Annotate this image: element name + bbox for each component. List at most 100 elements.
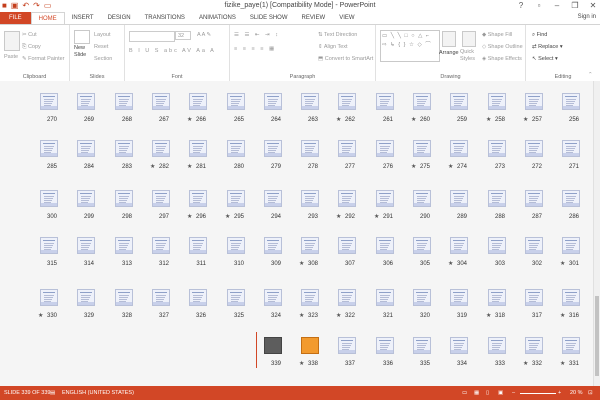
transition-star-icon[interactable]: ★ bbox=[299, 360, 304, 368]
language-indicator[interactable]: ENGLISH (UNITED STATES) bbox=[62, 389, 134, 397]
shape-effects-button[interactable]: ◈ Shape Effects bbox=[482, 55, 522, 63]
slide-thumbnail[interactable] bbox=[115, 289, 133, 306]
list-buttons[interactable]: ☰ ☰ ⇤ ⇥ ↕ bbox=[234, 31, 280, 39]
transition-star-icon[interactable]: ★ bbox=[486, 312, 491, 320]
slide-thumbnail[interactable] bbox=[338, 190, 356, 207]
slide-thumbnail[interactable] bbox=[189, 93, 207, 110]
collapse-ribbon-icon[interactable]: ⌃ bbox=[588, 71, 593, 79]
tab-transitions[interactable]: TRANSITIONS bbox=[138, 12, 192, 24]
transition-star-icon[interactable]: ★ bbox=[560, 360, 565, 368]
ribbon-display-icon[interactable]: ▫ bbox=[534, 0, 544, 11]
shape-outline-button[interactable]: ◇ Shape Outline bbox=[482, 43, 523, 51]
transition-star-icon[interactable]: ★ bbox=[560, 260, 565, 268]
slide-thumbnail[interactable] bbox=[227, 190, 245, 207]
slide-thumbnail[interactable] bbox=[562, 337, 580, 354]
slide-thumbnail[interactable] bbox=[189, 190, 207, 207]
new-slide-button[interactable]: New Slide bbox=[74, 45, 86, 59]
align-text-button[interactable]: ⇕ Align Text bbox=[318, 43, 348, 51]
zoom-level[interactable]: 20 % bbox=[570, 389, 583, 397]
slide-thumbnail[interactable] bbox=[376, 140, 394, 157]
slide-thumbnail[interactable] bbox=[189, 237, 207, 254]
slide-thumbnail[interactable] bbox=[562, 93, 580, 110]
normal-view-icon[interactable]: ▭ bbox=[462, 389, 467, 397]
tab-insert[interactable]: INSERT bbox=[65, 12, 101, 24]
slide-thumbnail[interactable] bbox=[450, 93, 468, 110]
slide-thumbnail[interactable] bbox=[301, 93, 319, 110]
quick-styles-icon[interactable] bbox=[462, 31, 476, 47]
slide-thumbnail[interactable] bbox=[301, 289, 319, 306]
help-icon[interactable]: ? bbox=[516, 0, 526, 11]
find-button[interactable]: ⌕ Find bbox=[532, 31, 547, 39]
transition-star-icon[interactable]: ★ bbox=[411, 163, 416, 171]
zoom-in-icon[interactable]: + bbox=[558, 389, 561, 397]
slide-thumbnail[interactable] bbox=[264, 190, 282, 207]
text-direction-button[interactable]: ⇅ Text Direction bbox=[318, 31, 357, 39]
font-size-box[interactable]: 32 bbox=[175, 31, 191, 40]
layout-button[interactable]: Layout bbox=[94, 31, 111, 39]
paste-icon[interactable] bbox=[4, 31, 20, 51]
slide-thumbnail[interactable] bbox=[525, 237, 543, 254]
slide-thumbnail[interactable] bbox=[152, 93, 170, 110]
slide-thumbnail[interactable] bbox=[152, 140, 170, 157]
slide-thumbnail[interactable] bbox=[376, 237, 394, 254]
new-slide-icon[interactable] bbox=[74, 30, 90, 44]
font-style-buttons[interactable]: B I U S abc AV Aa A bbox=[129, 47, 216, 55]
shape-fill-button[interactable]: ◆ Shape Fill bbox=[482, 31, 512, 39]
tab-design[interactable]: DESIGN bbox=[101, 12, 138, 24]
slide-thumbnail[interactable] bbox=[562, 190, 580, 207]
transition-star-icon[interactable]: ★ bbox=[336, 213, 341, 221]
slide-thumbnail[interactable] bbox=[525, 337, 543, 354]
slide-thumbnail[interactable] bbox=[488, 190, 506, 207]
slide-thumbnail[interactable] bbox=[152, 190, 170, 207]
fit-slide-icon[interactable]: ⊡ bbox=[588, 389, 593, 397]
slide-thumbnail[interactable] bbox=[115, 140, 133, 157]
slide-thumbnail[interactable] bbox=[264, 93, 282, 110]
slide-thumbnail[interactable] bbox=[40, 190, 58, 207]
slide-thumbnail[interactable] bbox=[488, 289, 506, 306]
slide-thumbnail[interactable] bbox=[413, 337, 431, 354]
tab-view[interactable]: VIEW bbox=[332, 12, 361, 24]
slide-thumbnail[interactable] bbox=[450, 190, 468, 207]
tab-home[interactable]: HOME bbox=[30, 12, 65, 24]
slide-thumbnail[interactable] bbox=[525, 93, 543, 110]
convert-smartart-button[interactable]: ⬒ Convert to SmartArt bbox=[318, 55, 373, 63]
transition-star-icon[interactable]: ★ bbox=[299, 312, 304, 320]
slide-thumbnail[interactable] bbox=[338, 140, 356, 157]
reset-button[interactable]: Reset bbox=[94, 43, 108, 51]
slide-sorter-view-icon[interactable]: ▦ bbox=[474, 389, 479, 397]
transition-star-icon[interactable]: ★ bbox=[150, 163, 155, 171]
spelling-icon[interactable]: ▤ bbox=[50, 389, 55, 397]
slide-thumbnail[interactable] bbox=[77, 237, 95, 254]
slide-thumbnail[interactable] bbox=[413, 190, 431, 207]
slide-thumbnail[interactable] bbox=[338, 93, 356, 110]
slide-thumbnail[interactable] bbox=[338, 237, 356, 254]
vertical-scrollbar[interactable] bbox=[593, 81, 600, 386]
slide-thumbnail[interactable] bbox=[227, 93, 245, 110]
transition-star-icon[interactable]: ★ bbox=[336, 116, 341, 124]
slide-thumbnail[interactable] bbox=[301, 337, 319, 354]
slide-thumbnail[interactable] bbox=[227, 237, 245, 254]
transition-star-icon[interactable]: ★ bbox=[187, 116, 192, 124]
slide-thumbnail[interactable] bbox=[525, 140, 543, 157]
slide-thumbnail[interactable] bbox=[301, 237, 319, 254]
zoom-out-icon[interactable]: – bbox=[512, 389, 515, 397]
slide-thumbnail[interactable] bbox=[525, 190, 543, 207]
slide-thumbnail[interactable] bbox=[376, 93, 394, 110]
slide-thumbnail[interactable] bbox=[562, 289, 580, 306]
slide-thumbnail[interactable] bbox=[77, 140, 95, 157]
slide-thumbnail[interactable] bbox=[264, 237, 282, 254]
slide-thumbnail[interactable] bbox=[115, 190, 133, 207]
slide-thumbnail[interactable] bbox=[227, 140, 245, 157]
slide-thumbnail[interactable] bbox=[189, 140, 207, 157]
tab-file[interactable]: FILE bbox=[0, 12, 31, 24]
slide-thumbnail[interactable] bbox=[562, 140, 580, 157]
slide-thumbnail[interactable] bbox=[376, 190, 394, 207]
slide-thumbnail[interactable] bbox=[488, 237, 506, 254]
cut-button[interactable]: ✂ Cut bbox=[22, 31, 37, 39]
reading-view-icon[interactable]: ▯ bbox=[486, 389, 489, 397]
slide-thumbnail[interactable] bbox=[40, 93, 58, 110]
slide-thumbnail[interactable] bbox=[338, 289, 356, 306]
slide-thumbnail[interactable] bbox=[264, 337, 282, 354]
slide-thumbnail[interactable] bbox=[115, 93, 133, 110]
quick-styles-button[interactable]: Quick Styles bbox=[460, 49, 478, 63]
